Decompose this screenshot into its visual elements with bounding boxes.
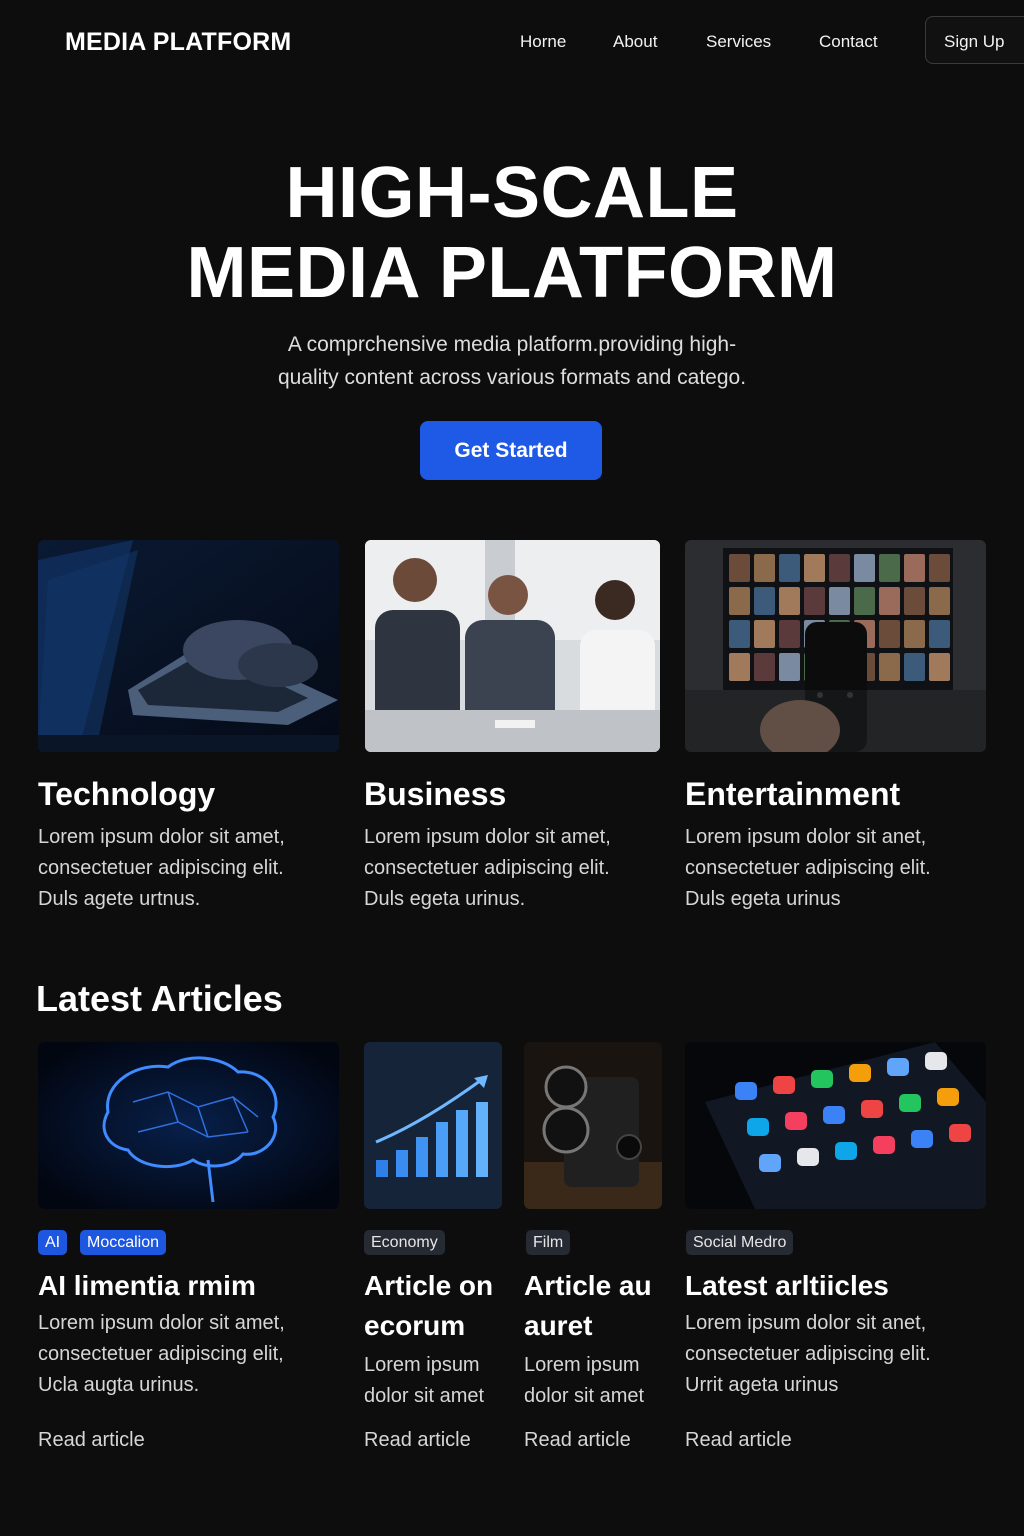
hero-title-line-1: HIGH-SCALE xyxy=(285,153,739,233)
glowing-brain-image[interactable] xyxy=(38,1042,339,1209)
category-desc-business: Lorem ipsum dolor sit amet, consectetuer … xyxy=(364,826,611,910)
hero-subtitle-line-2: quality content across various formats a… xyxy=(277,366,747,389)
read-article-link-3[interactable]: Read article xyxy=(524,1429,631,1452)
tag-ai[interactable]: AI xyxy=(38,1230,68,1255)
latest-articles-heading: Latest Articles xyxy=(36,978,283,1019)
read-article-link-4[interactable]: Read article xyxy=(685,1429,792,1452)
smartphone-apps-image[interactable] xyxy=(685,1042,986,1209)
hero-subtitle-line-1: A comprchensive media platform.providing… xyxy=(287,333,737,356)
film-camera-image[interactable] xyxy=(524,1042,662,1209)
category-desc-entertainment: Lorem ipsum dolor sit anet, consectetuer … xyxy=(685,826,931,910)
laptop-typing-image[interactable] xyxy=(38,540,339,752)
article-title-2[interactable]: Article on ecorum xyxy=(364,1266,493,1346)
tag-film[interactable]: Film xyxy=(526,1230,571,1255)
nav-link-about[interactable]: About xyxy=(613,32,657,52)
sign-up-button[interactable]: Sign Up xyxy=(925,16,1024,64)
tag-moccalion[interactable]: Moccalion xyxy=(80,1230,167,1255)
category-title-entertainment[interactable]: Entertainment xyxy=(685,776,900,813)
nav-link-home[interactable]: Horne xyxy=(520,32,566,52)
hero-title-line-2: MEDIA PLATFORM xyxy=(186,233,838,313)
article-title-3[interactable]: Article au auret xyxy=(524,1266,652,1346)
article-title-1[interactable]: AI limentia rmim xyxy=(38,1266,256,1306)
article-desc-2: Lorem ipsum dolor sit amet xyxy=(364,1354,485,1407)
nav-link-services[interactable]: Services xyxy=(706,32,771,52)
growth-chart-image[interactable] xyxy=(364,1042,502,1209)
article-desc-4: Lorem ipsum dolor sit anet, consectetuer … xyxy=(685,1312,931,1396)
category-desc-technology: Lorem ipsum dolor sit amet, consectetuer … xyxy=(38,826,285,910)
article-desc-1: Lorem ipsum dolor sit amet, consectetuer … xyxy=(38,1312,285,1396)
article-title-4[interactable]: Latest arltiicles xyxy=(685,1266,889,1306)
top-nav: MEDIA PLATFORM Horne About Services Cont… xyxy=(0,0,1024,86)
tv-remote-image[interactable] xyxy=(685,540,986,752)
tag-social-media[interactable]: Social Medro xyxy=(686,1230,794,1255)
business-meeting-image[interactable] xyxy=(365,540,660,752)
tag-economy[interactable]: Economy xyxy=(364,1230,445,1255)
brand-logo[interactable]: MEDIA PLATFORM xyxy=(65,28,291,57)
read-article-link-2[interactable]: Read article xyxy=(364,1429,471,1452)
category-title-business[interactable]: Business xyxy=(364,776,506,813)
read-article-link-1[interactable]: Read article xyxy=(38,1429,145,1452)
article-desc-3: Lorem ipsum dolor sit amet xyxy=(524,1354,645,1407)
category-title-technology[interactable]: Technology xyxy=(38,776,215,813)
get-started-button[interactable]: Get Started xyxy=(420,421,602,480)
nav-link-contact[interactable]: Contact xyxy=(819,32,878,52)
